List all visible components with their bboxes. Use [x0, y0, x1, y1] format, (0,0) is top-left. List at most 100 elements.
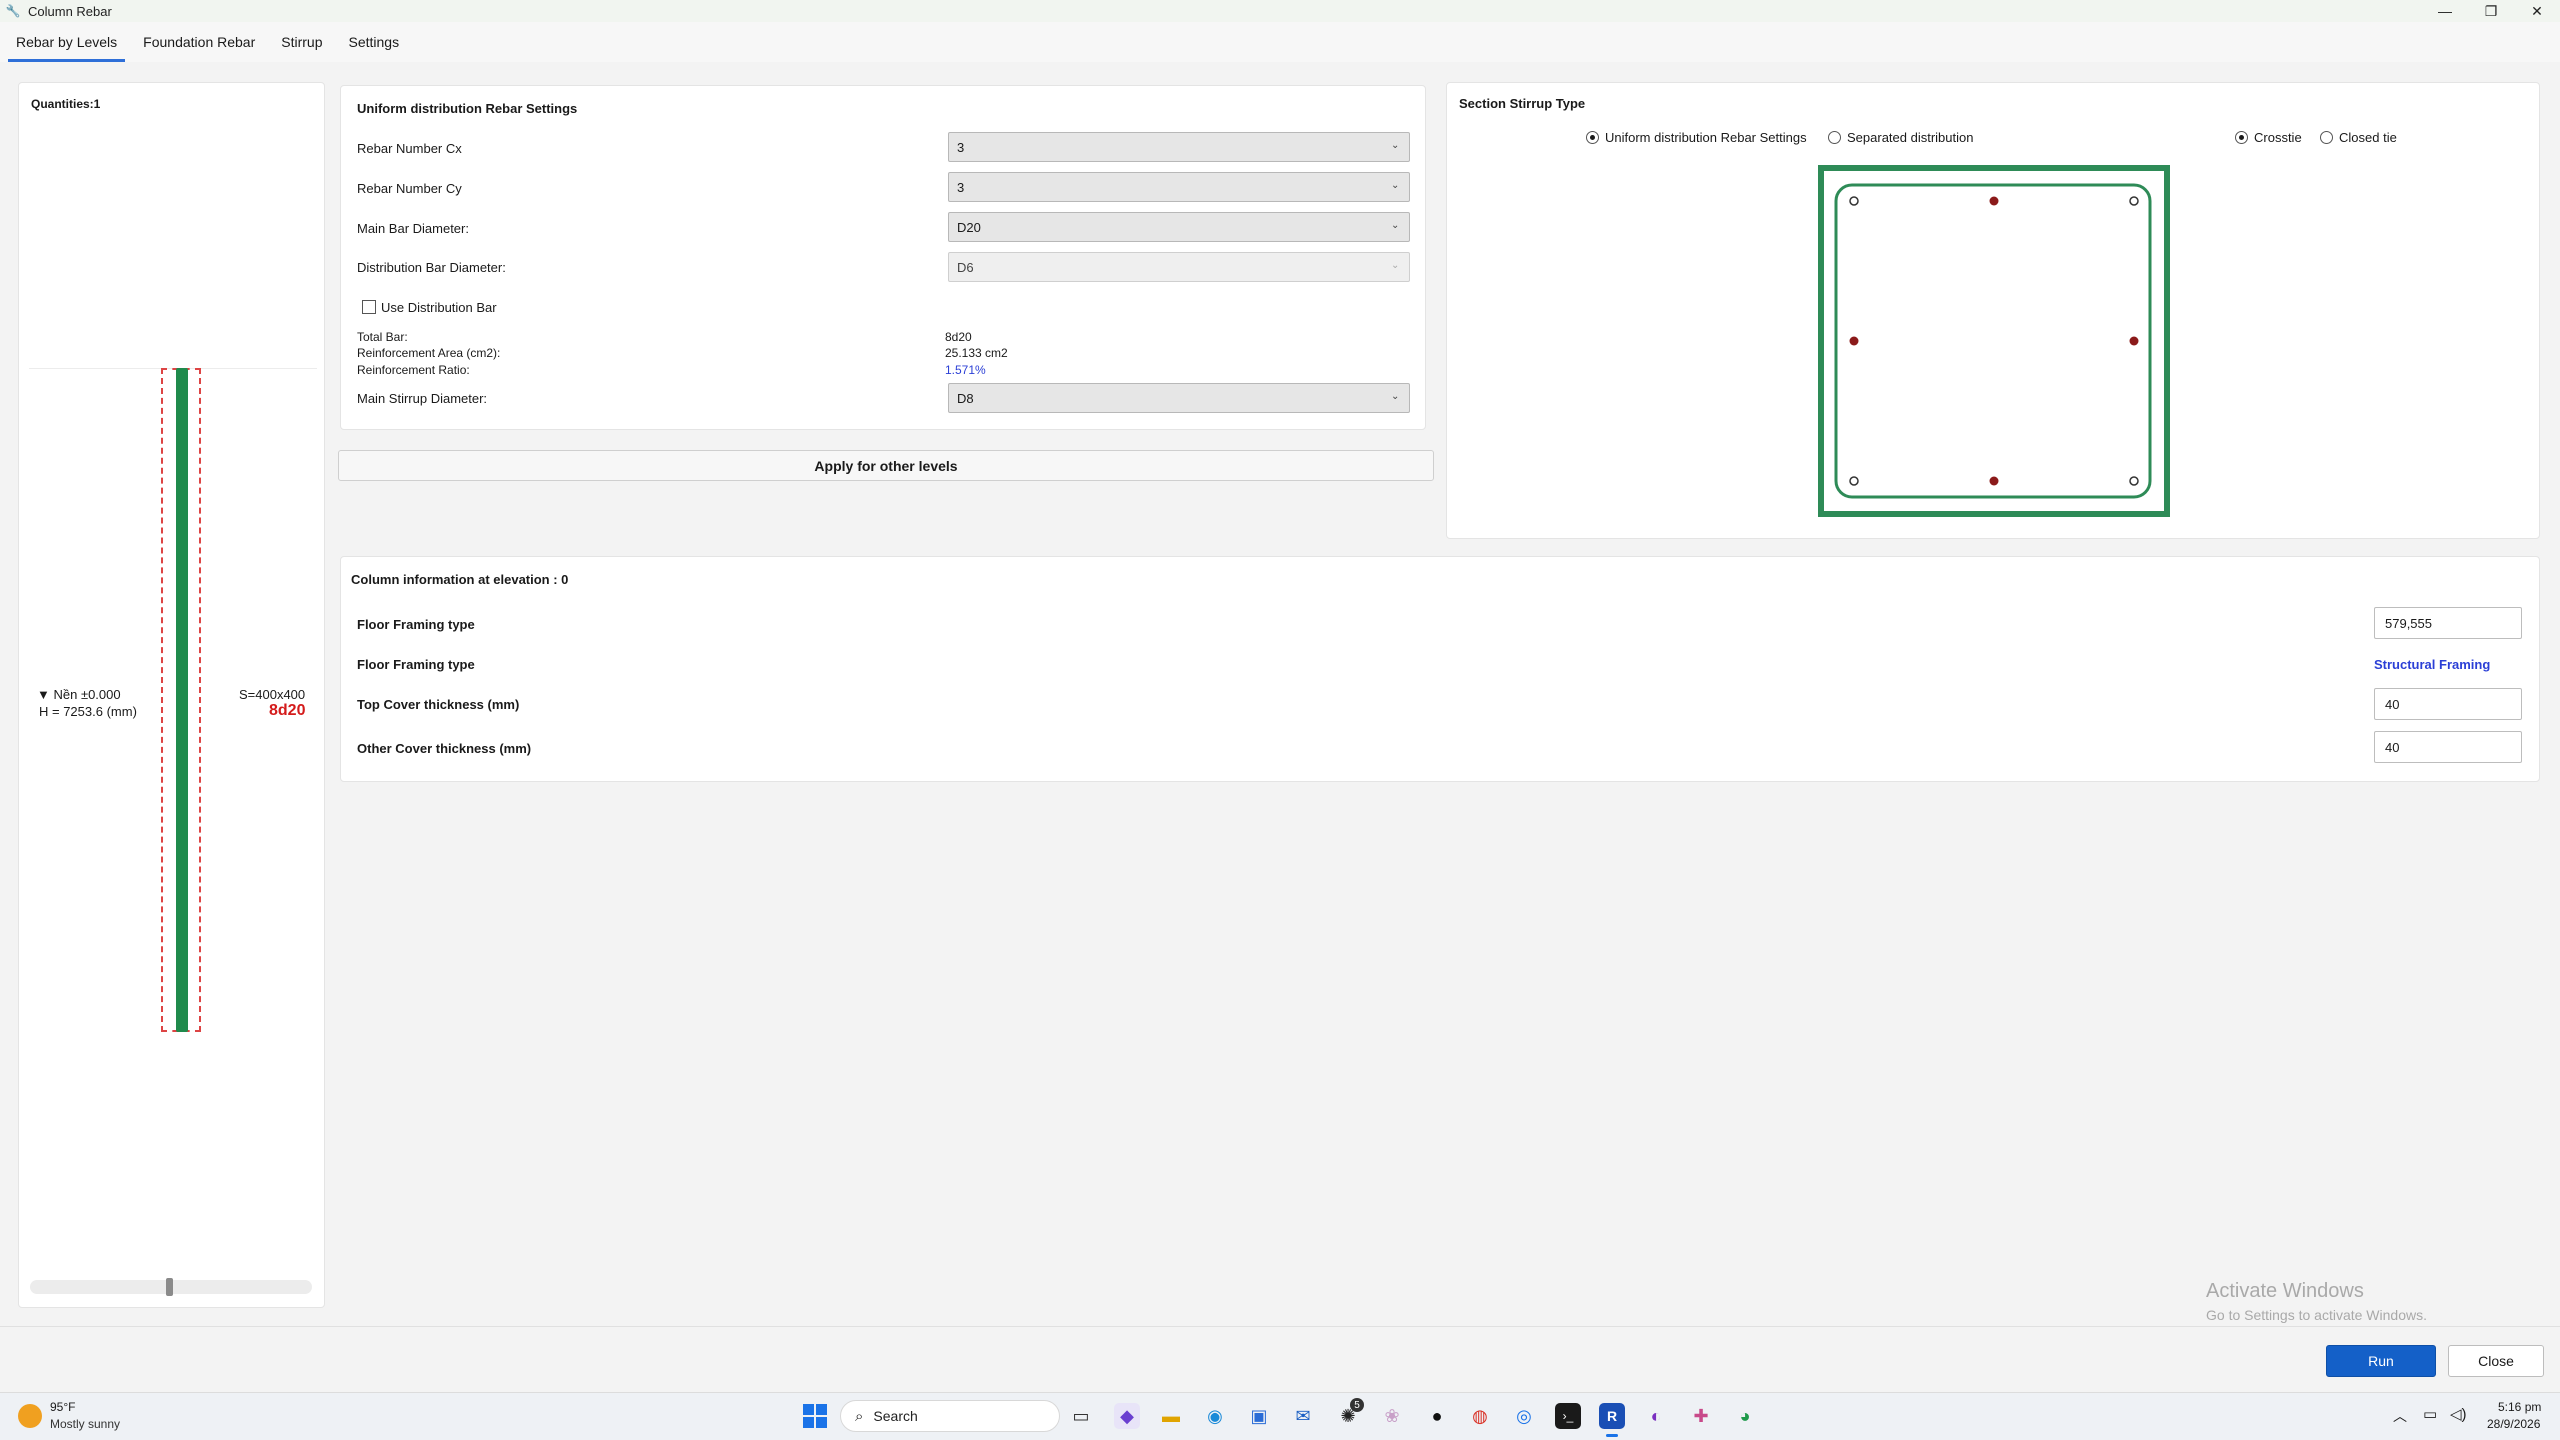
chevron-down-icon: ⌄ [1391, 260, 1400, 271]
radio-separated[interactable] [1828, 131, 1841, 144]
restore-icon[interactable]: ❐ [2468, 0, 2514, 22]
radio-crosstie[interactable] [2235, 131, 2248, 144]
search-icon: ⌕ [855, 1407, 864, 1425]
floor-framing-value: 579,555 [2385, 615, 2432, 631]
weather-icon[interactable] [18, 1404, 42, 1428]
close-window-icon[interactable]: ✕ [2514, 0, 2560, 22]
level-slider-thumb[interactable] [166, 1278, 173, 1296]
radio-closed-tie-label: Closed tie [2339, 130, 2397, 145]
corner-bar [1849, 476, 1859, 486]
framing-type-link[interactable]: Structural Framing [2374, 657, 2490, 672]
section-diagram [1818, 165, 2170, 517]
main-bar [1989, 476, 1999, 486]
floor-framing-label-2: Floor Framing type [357, 657, 475, 672]
clock-time[interactable]: 5:16 pm [2498, 1400, 2541, 1414]
column-info-title: Column information at elevation : 0 [351, 572, 569, 587]
clock-date[interactable]: 28/9/2026 [2487, 1417, 2540, 1431]
section-size-label: S=400x400 [239, 687, 306, 702]
top-cover-input[interactable]: 40 [2374, 688, 2522, 720]
network-icon[interactable]: ▭ [2423, 1405, 2437, 1423]
main-bar [1989, 196, 1999, 206]
zalo-icon[interactable]: ◎ [1511, 1403, 1537, 1429]
column-info-panel [340, 556, 2540, 782]
radio-uniform[interactable] [1586, 131, 1599, 144]
revit-icon[interactable]: R [1599, 1403, 1625, 1429]
reinforcement-ratio-label: Reinforcement Ratio: [357, 363, 470, 377]
activate-windows-sub: Go to Settings to activate Windows. [2206, 1307, 2427, 1323]
top-cover-label: Top Cover thickness (mm) [357, 697, 520, 712]
chevron-down-icon: ⌄ [1391, 220, 1400, 231]
quantities-label: Quantities:1 [31, 97, 101, 111]
chrome-icon[interactable]: ◍ [1467, 1403, 1493, 1429]
apply-other-levels-button[interactable]: Apply for other levels [338, 450, 1434, 481]
stirrup-diameter-label: Main Stirrup Diameter: [357, 391, 488, 406]
reinforcement-area-label: Reinforcement Area (cm2): [357, 346, 501, 360]
flower-app-icon[interactable]: ❀ [1379, 1403, 1405, 1429]
chevron-down-icon: ⌄ [1391, 140, 1400, 151]
purple-app-icon[interactable]: ◐ [1643, 1403, 1669, 1429]
taskbar-search[interactable]: ⌕ Search [840, 1400, 1060, 1432]
main-diameter-value: D20 [957, 219, 981, 235]
edge-icon[interactable]: ◉ [1202, 1403, 1228, 1429]
start-icon[interactable] [803, 1404, 827, 1428]
chrome-alt-icon[interactable]: ◕ [1732, 1403, 1758, 1429]
rebar-cx-select[interactable]: 3 ⌄ [948, 132, 1410, 162]
activate-windows-title: Activate Windows [2206, 1280, 2364, 1302]
stirrup-diameter-value: D8 [957, 390, 974, 406]
rebar-cy-select[interactable]: 3 ⌄ [948, 172, 1410, 202]
corner-bar [2129, 196, 2139, 206]
tab-rebar-by-levels[interactable]: Rebar by Levels [6, 22, 127, 62]
outlook-icon[interactable]: ✉ [1290, 1403, 1316, 1429]
rebar-cx-label: Rebar Number Cx [357, 141, 462, 156]
file-explorer-icon[interactable]: ▬ [1158, 1403, 1184, 1429]
radio-crosstie-label: Crosstie [2254, 130, 2302, 145]
use-distribution-checkbox[interactable] [362, 300, 376, 314]
level-name: ▼ Nền ±0.000 [37, 687, 121, 702]
total-bar-value: 8d20 [945, 330, 972, 344]
top-cover-value: 40 [2385, 696, 2400, 712]
app-icon: 🔧 [5, 4, 21, 18]
window-title: Column Rebar [28, 3, 112, 19]
column-outline [1818, 165, 2170, 517]
active-app-indicator [1606, 1434, 1618, 1437]
minimize-icon[interactable]: — [2422, 0, 2468, 22]
tray-chevron-icon[interactable]: ︿ [2393, 1406, 2407, 1426]
tab-bar: Rebar by Levels Foundation Rebar Stirrup… [0, 22, 2560, 62]
store-icon[interactable]: ▣ [1246, 1403, 1272, 1429]
radio-closed-tie[interactable] [2320, 131, 2333, 144]
stirrup-diameter-select[interactable]: D8 ⌄ [948, 383, 1410, 413]
run-button[interactable]: Run [2326, 1345, 2436, 1377]
floor-framing-label-1: Floor Framing type [357, 617, 475, 632]
distribution-diameter-select[interactable]: D6 ⌄ [948, 252, 1410, 282]
app-news-icon[interactable]: ◆ [1114, 1403, 1140, 1429]
reinforcement-area-value: 25.133 cm2 [945, 346, 1008, 360]
use-distribution-label: Use Distribution Bar [381, 300, 497, 315]
main-bar [1849, 336, 1859, 346]
distribution-diameter-value: D6 [957, 259, 974, 275]
reinforcement-ratio-value: 1.571% [945, 363, 986, 377]
floor-framing-input[interactable]: 579,555 [2374, 607, 2522, 639]
terminal-icon[interactable]: ›_ [1555, 1403, 1581, 1429]
radio-separated-label: Separated distribution [1847, 130, 1974, 145]
rebar-cy-value: 3 [957, 179, 965, 195]
total-bar-label: Total Bar: [357, 330, 408, 344]
weather-temp: 95°F [50, 1400, 76, 1414]
github-icon[interactable]: ● [1424, 1403, 1450, 1429]
task-view-icon[interactable]: ▭ [1068, 1403, 1094, 1429]
notification-badge: 5 [1350, 1398, 1364, 1412]
tab-settings[interactable]: Settings [338, 22, 409, 62]
corner-bar [1849, 196, 1859, 206]
main-bar [2129, 336, 2139, 346]
tools-app-icon[interactable]: ✚ [1688, 1403, 1714, 1429]
tab-foundation-rebar[interactable]: Foundation Rebar [133, 22, 265, 62]
corner-bar [2129, 476, 2139, 486]
chevron-down-icon: ⌄ [1391, 391, 1400, 402]
main-diameter-select[interactable]: D20 ⌄ [948, 212, 1410, 242]
title-bar: 🔧 Column Rebar — ❐ ✕ [0, 0, 2560, 22]
footer-separator [0, 1326, 2560, 1327]
volume-icon[interactable]: ◁) [2450, 1405, 2467, 1423]
tab-stirrup[interactable]: Stirrup [271, 22, 332, 62]
other-cover-input[interactable]: 40 [2374, 731, 2522, 763]
main-diameter-label: Main Bar Diameter: [357, 221, 469, 236]
close-button[interactable]: Close [2448, 1345, 2544, 1377]
